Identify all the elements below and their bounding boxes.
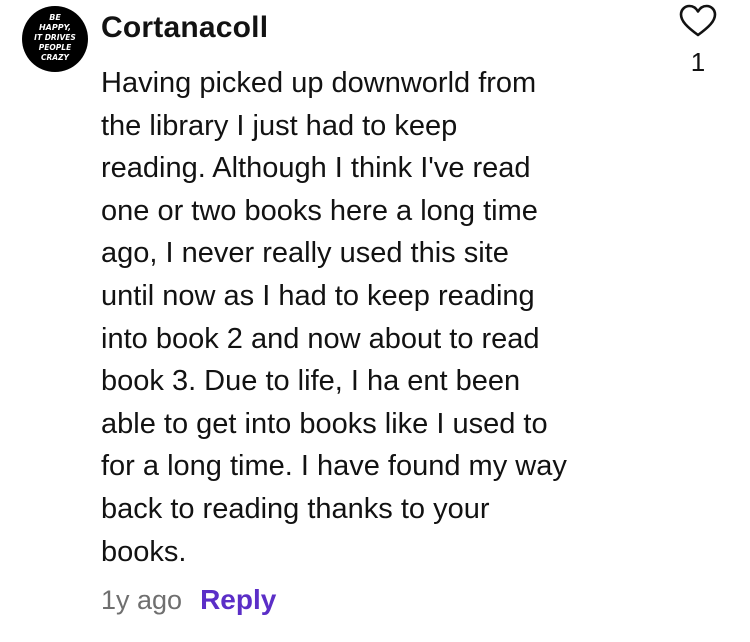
avatar-line-5: CRAZY: [41, 53, 71, 62]
comment-body-line: reading. Although I think I've read: [101, 152, 531, 185]
avatar-line-1: BE: [49, 13, 61, 22]
comment-body-line: the library I just had to keep: [101, 109, 458, 142]
avatar[interactable]: BE HAPPY, IT DRIVES PEOPLE CRAZY: [22, 6, 88, 72]
heart-outline-icon: [679, 4, 717, 38]
avatar-line-2: HAPPY,: [39, 23, 71, 32]
comment-body-line: until now as I had to keep reading: [101, 279, 535, 312]
comment-body-line: into book 2 and now about to read: [101, 322, 540, 355]
comment-body-line: back to reading thanks to your: [101, 492, 490, 525]
comment-body-line: Having picked up downworld from: [101, 67, 537, 99]
comment-body-line: for a long time. I have found my way: [101, 450, 567, 483]
timestamp: 1y ago: [101, 585, 183, 615]
comment-body-line: one or two books here a long time: [101, 194, 538, 227]
username[interactable]: Cortanacoll: [101, 10, 268, 46]
comment-item: BE HAPPY, IT DRIVES PEOPLE CRAZY Cortana…: [0, 0, 750, 642]
like-button[interactable]: 1: [678, 4, 718, 84]
comment-meta: 1y ago Reply: [101, 584, 276, 624]
comment-body-line: able to get into books like I used to: [101, 407, 548, 440]
comment-body-line: books.: [101, 535, 187, 568]
comment-body-line: ago, I never really used this site: [101, 237, 509, 270]
reply-button[interactable]: Reply: [200, 584, 276, 616]
like-count: 1: [690, 47, 706, 77]
comment-body-line: book 3. Due to life, I ha ent been: [101, 365, 521, 398]
avatar-line-3: IT DRIVES: [34, 33, 76, 42]
avatar-line-4: PEOPLE: [39, 43, 72, 52]
avatar-image: BE HAPPY, IT DRIVES PEOPLE CRAZY: [34, 13, 76, 62]
comment-body: Having picked up downworld from the libr…: [101, 62, 641, 573]
